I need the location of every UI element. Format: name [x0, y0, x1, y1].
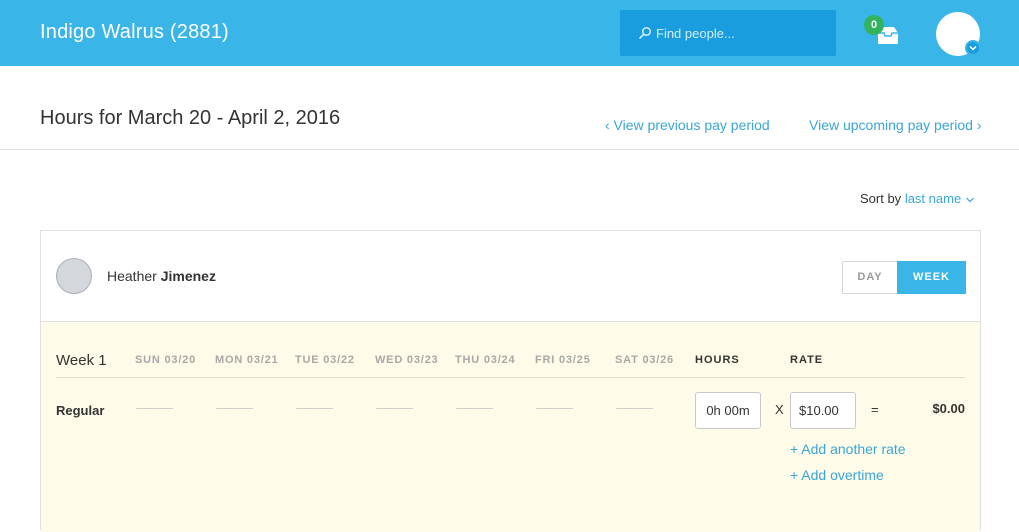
day-value-mon[interactable]: ——— — [216, 400, 253, 415]
rate-column-header: RATE — [790, 354, 824, 366]
notification-badge: 0 — [864, 15, 884, 35]
avatar-menu-toggle[interactable] — [965, 40, 981, 56]
employee-first-name: Heather — [107, 268, 157, 284]
chevron-down-icon — [969, 45, 977, 51]
day-value-sun[interactable]: ——— — [136, 400, 173, 415]
search-icon — [639, 26, 652, 39]
day-value-thu[interactable]: ——— — [456, 400, 493, 415]
day-value-wed[interactable]: ——— — [376, 400, 413, 415]
add-another-rate-link[interactable]: + Add another rate — [790, 441, 906, 457]
week-view-button[interactable]: WEEK — [897, 261, 966, 294]
regular-row-label: Regular — [56, 403, 105, 418]
row-total: $0.00 — [932, 401, 965, 416]
employee-card: Heather Jimenez DAY WEEK Week 1 SUN 03/2… — [40, 230, 981, 532]
day-header-sun: SUN 03/20 — [135, 354, 197, 366]
day-header-sat: SAT 03/26 — [615, 354, 674, 366]
sort-label: Sort by — [860, 191, 902, 206]
company-name[interactable]: Indigo Walrus (2881) — [40, 21, 229, 44]
day-header-wed: WED 03/23 — [375, 354, 439, 366]
employee-card-header: Heather Jimenez DAY WEEK — [41, 231, 980, 322]
sort-value[interactable]: last name — [905, 191, 961, 206]
header-row-divider — [56, 377, 965, 378]
week-timesheet: Week 1 SUN 03/20 MON 03/21 TUE 03/22 WED… — [41, 322, 980, 532]
sort-control[interactable]: Sort by last name — [860, 191, 975, 206]
page-title: Hours for March 20 - April 2, 2016 — [40, 107, 341, 129]
chevron-down-icon — [965, 197, 974, 202]
day-value-fri[interactable]: ——— — [536, 400, 573, 415]
day-view-button[interactable]: DAY — [843, 262, 897, 293]
multiply-sign: X — [775, 402, 784, 417]
week-label: Week 1 — [56, 352, 107, 369]
day-value-tue[interactable]: ——— — [296, 400, 333, 415]
day-header-fri: FRI 03/25 — [535, 354, 591, 366]
day-header-thu: THU 03/24 — [455, 354, 516, 366]
day-header-mon: MON 03/21 — [215, 354, 279, 366]
day-header-tue: TUE 03/22 — [295, 354, 355, 366]
view-upcoming-pay-period-link[interactable]: View upcoming pay period › — [809, 117, 982, 133]
hours-input[interactable] — [695, 392, 761, 429]
day-value-sat[interactable]: ——— — [616, 400, 653, 415]
view-previous-pay-period-link[interactable]: ‹ View previous pay period — [605, 117, 770, 133]
search-input[interactable] — [656, 24, 826, 42]
employee-name: Heather Jimenez — [107, 268, 216, 284]
hours-column-header: HOURS — [695, 354, 740, 366]
rate-input[interactable] — [790, 392, 856, 429]
view-toggle: DAY WEEK — [842, 261, 966, 294]
employee-avatar — [56, 258, 92, 294]
equals-sign: = — [871, 402, 879, 417]
employee-last-name: Jimenez — [160, 268, 216, 284]
add-overtime-link[interactable]: + Add overtime — [790, 467, 884, 483]
header-divider — [0, 149, 1019, 150]
